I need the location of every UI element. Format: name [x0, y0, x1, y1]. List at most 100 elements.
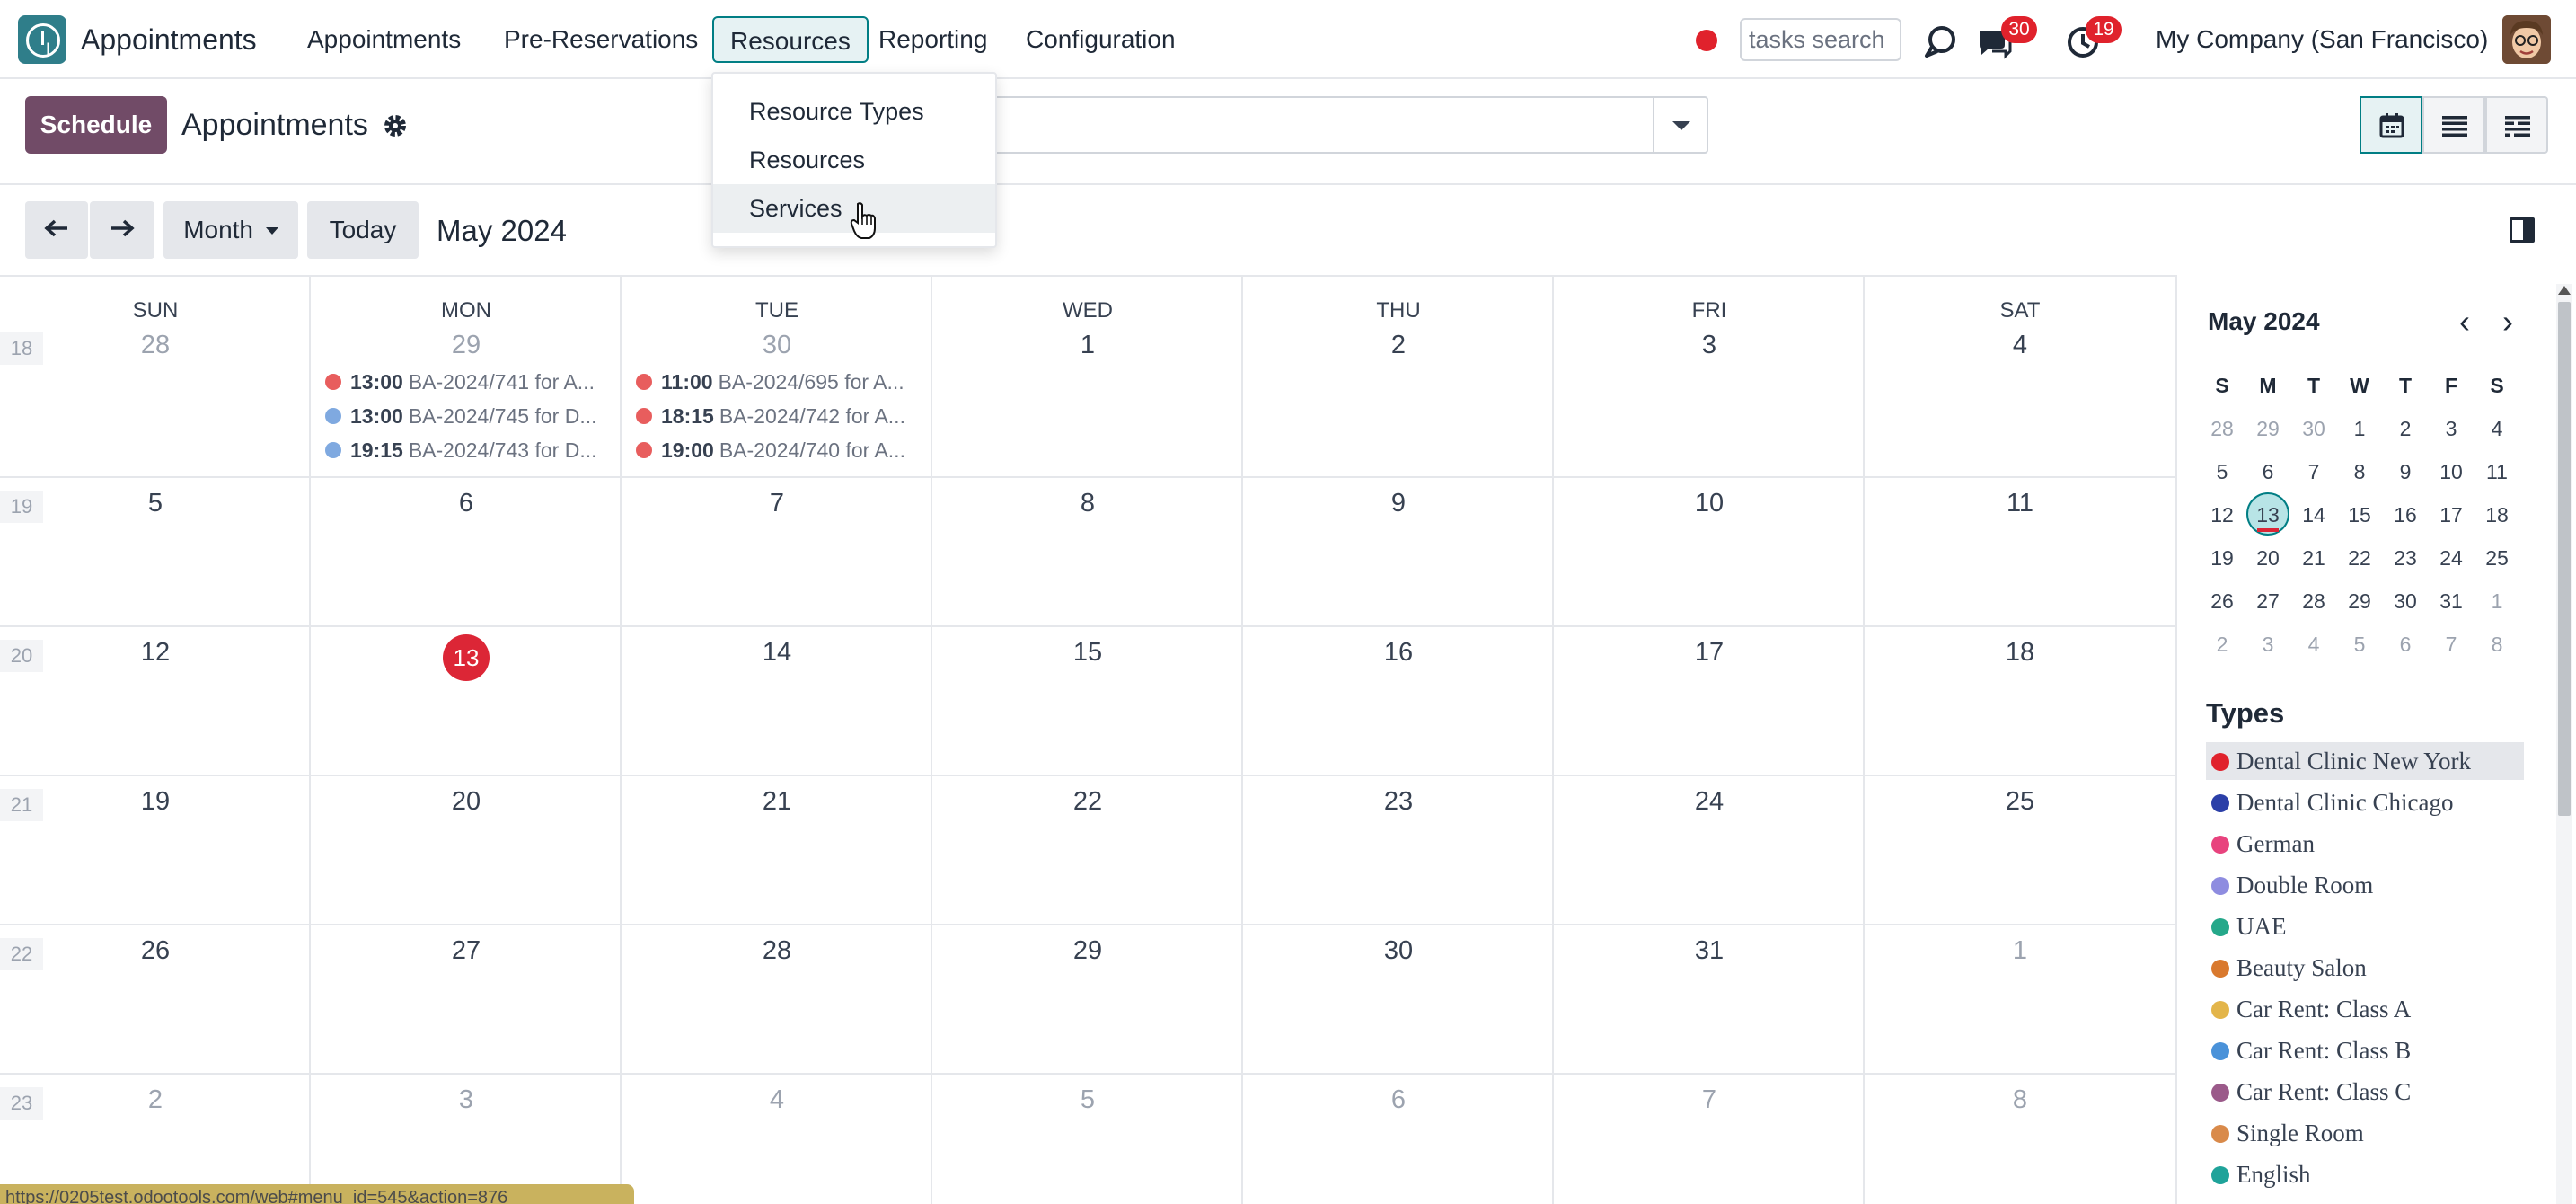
mini-calendar-day[interactable]: 1 [2337, 417, 2382, 441]
mini-calendar-day[interactable]: 28 [2200, 417, 2245, 441]
app-name[interactable]: Appointments [81, 23, 257, 57]
mini-calendar-day[interactable]: 17 [2429, 503, 2474, 527]
mini-prev-month-icon[interactable]: ‹ [2459, 305, 2470, 338]
type-filter-item[interactable]: Car Rent: Class B [2206, 1031, 2524, 1069]
day-number[interactable]: 26 [0, 936, 311, 966]
calendar-event[interactable]: 13:00 BA-2024/745 for D... [325, 404, 613, 429]
menu-item-resources[interactable]: Resources [713, 136, 995, 184]
mini-calendar-day[interactable]: 14 [2291, 503, 2336, 527]
calendar-event[interactable]: 19:00 BA-2024/740 for A... [636, 438, 923, 463]
day-number[interactable]: 24 [1554, 787, 1865, 817]
menu-pre-reservations[interactable]: Pre-Reservations [504, 25, 698, 54]
gear-icon[interactable] [383, 113, 408, 138]
day-number[interactable]: 1 [932, 331, 1243, 360]
schedule-button[interactable]: Schedule [25, 96, 167, 154]
mini-calendar-day[interactable]: 12 [2200, 503, 2245, 527]
day-number[interactable]: 3 [311, 1085, 622, 1115]
day-number[interactable]: 5 [0, 489, 311, 518]
mini-calendar-day[interactable]: 4 [2475, 417, 2519, 441]
day-number[interactable]: 7 [622, 489, 932, 518]
mini-calendar-day[interactable]: 5 [2200, 460, 2245, 484]
menu-item-resource-types[interactable]: Resource Types [713, 87, 995, 136]
mini-calendar-day[interactable]: 26 [2200, 589, 2245, 614]
day-number[interactable]: 8 [1865, 1085, 2175, 1115]
day-number[interactable]: 6 [311, 489, 622, 518]
mini-calendar-day[interactable]: 7 [2291, 460, 2336, 484]
previous-period-button[interactable] [25, 201, 88, 259]
day-number[interactable]: 17 [1554, 638, 1865, 668]
day-number[interactable]: 5 [932, 1085, 1243, 1115]
mini-calendar-day[interactable]: 4 [2291, 633, 2336, 657]
mini-calendar-day[interactable]: 24 [2429, 546, 2474, 571]
menu-appointments[interactable]: Appointments [307, 25, 461, 54]
sidebar-toggle-icon[interactable] [2510, 217, 2535, 243]
day-number[interactable]: 9 [1243, 489, 1554, 518]
type-filter-item[interactable]: Dental Clinic Chicago [2206, 783, 2524, 821]
day-number[interactable]: 22 [932, 787, 1243, 817]
mini-calendar-day[interactable]: 15 [2337, 503, 2382, 527]
mini-calendar-day[interactable]: 1 [2475, 589, 2519, 614]
mini-calendar-day[interactable]: 31 [2429, 589, 2474, 614]
type-filter-item[interactable]: Dental Clinic New York [2206, 742, 2524, 780]
calendar-event[interactable]: 13:00 BA-2024/741 for A... [325, 370, 613, 394]
today-day-number[interactable]: 13 [443, 634, 490, 681]
appointments-app-icon[interactable] [18, 15, 66, 64]
type-filter-item[interactable]: Beauty Salon [2206, 949, 2524, 987]
day-number[interactable]: 29 [311, 331, 622, 360]
mini-calendar-day[interactable]: 29 [2245, 417, 2290, 441]
mini-calendar-day[interactable]: 6 [2245, 460, 2290, 484]
mini-calendar-day[interactable]: 2 [2200, 633, 2245, 657]
mini-calendar-day[interactable]: 28 [2291, 589, 2336, 614]
mini-calendar-day[interactable]: 3 [2245, 633, 2290, 657]
menu-configuration[interactable]: Configuration [1026, 25, 1176, 54]
type-filter-item[interactable]: Single Room [2206, 1114, 2524, 1152]
mini-calendar-day[interactable]: 16 [2383, 503, 2428, 527]
search-options-toggle[interactable] [1653, 96, 1708, 154]
mini-calendar-day[interactable]: 21 [2291, 546, 2336, 571]
mini-calendar-day[interactable]: 9 [2383, 460, 2428, 484]
mini-calendar-day[interactable]: 3 [2429, 417, 2474, 441]
mini-calendar-day[interactable]: 25 [2475, 546, 2519, 571]
day-number[interactable]: 28 [622, 936, 932, 966]
type-filter-item[interactable]: English [2206, 1155, 2524, 1193]
search-bar[interactable] [934, 96, 1654, 154]
type-filter-item[interactable]: German [2206, 825, 2524, 863]
mini-calendar-day[interactable]: 10 [2429, 460, 2474, 484]
type-filter-item[interactable]: Car Rent: Class C [2206, 1073, 2524, 1111]
day-number[interactable]: 20 [311, 787, 622, 817]
day-number[interactable]: 12 [0, 638, 311, 668]
day-number[interactable]: 18 [1865, 638, 2175, 668]
day-number[interactable]: 2 [1243, 331, 1554, 360]
day-number[interactable]: 6 [1243, 1085, 1554, 1115]
mini-calendar-day[interactable]: 30 [2383, 589, 2428, 614]
next-period-button[interactable] [90, 201, 154, 259]
list-view-button[interactable] [2422, 96, 2485, 154]
tasks-search-input[interactable] [1740, 18, 1901, 61]
scale-dropdown-button[interactable]: Month [163, 201, 298, 259]
day-number[interactable]: 7 [1554, 1085, 1865, 1115]
calendar-event[interactable]: 18:15 BA-2024/742 for A... [636, 404, 923, 429]
user-avatar[interactable] [2502, 15, 2551, 64]
discuss-icon[interactable] [1922, 23, 1958, 59]
mini-calendar-day[interactable]: 2 [2383, 417, 2428, 441]
day-number[interactable]: 4 [1865, 331, 2175, 360]
day-number[interactable]: 27 [311, 936, 622, 966]
mini-calendar-day[interactable]: 11 [2475, 460, 2519, 484]
mini-calendar-day[interactable]: 7 [2429, 633, 2474, 657]
mini-calendar-day[interactable]: 8 [2337, 460, 2382, 484]
day-number[interactable]: 25 [1865, 787, 2175, 817]
type-filter-item[interactable]: Double Room [2206, 866, 2524, 904]
mini-calendar-day[interactable]: 22 [2337, 546, 2382, 571]
day-number[interactable]: 15 [932, 638, 1243, 668]
menu-resources[interactable]: Resources [712, 16, 869, 63]
type-filter-item[interactable]: Car Rent: Class A [2206, 990, 2524, 1028]
sidebar-scrollbar-thumb[interactable] [2558, 302, 2571, 816]
mini-calendar-day[interactable]: 13 [2245, 503, 2290, 527]
mini-calendar-day[interactable]: 5 [2337, 633, 2382, 657]
day-number[interactable]: 23 [1243, 787, 1554, 817]
mini-calendar-day[interactable]: 29 [2337, 589, 2382, 614]
day-number[interactable]: 10 [1554, 489, 1865, 518]
mini-calendar-day[interactable]: 8 [2475, 633, 2519, 657]
mini-calendar-day[interactable]: 30 [2291, 417, 2336, 441]
day-number[interactable]: 30 [622, 331, 932, 360]
